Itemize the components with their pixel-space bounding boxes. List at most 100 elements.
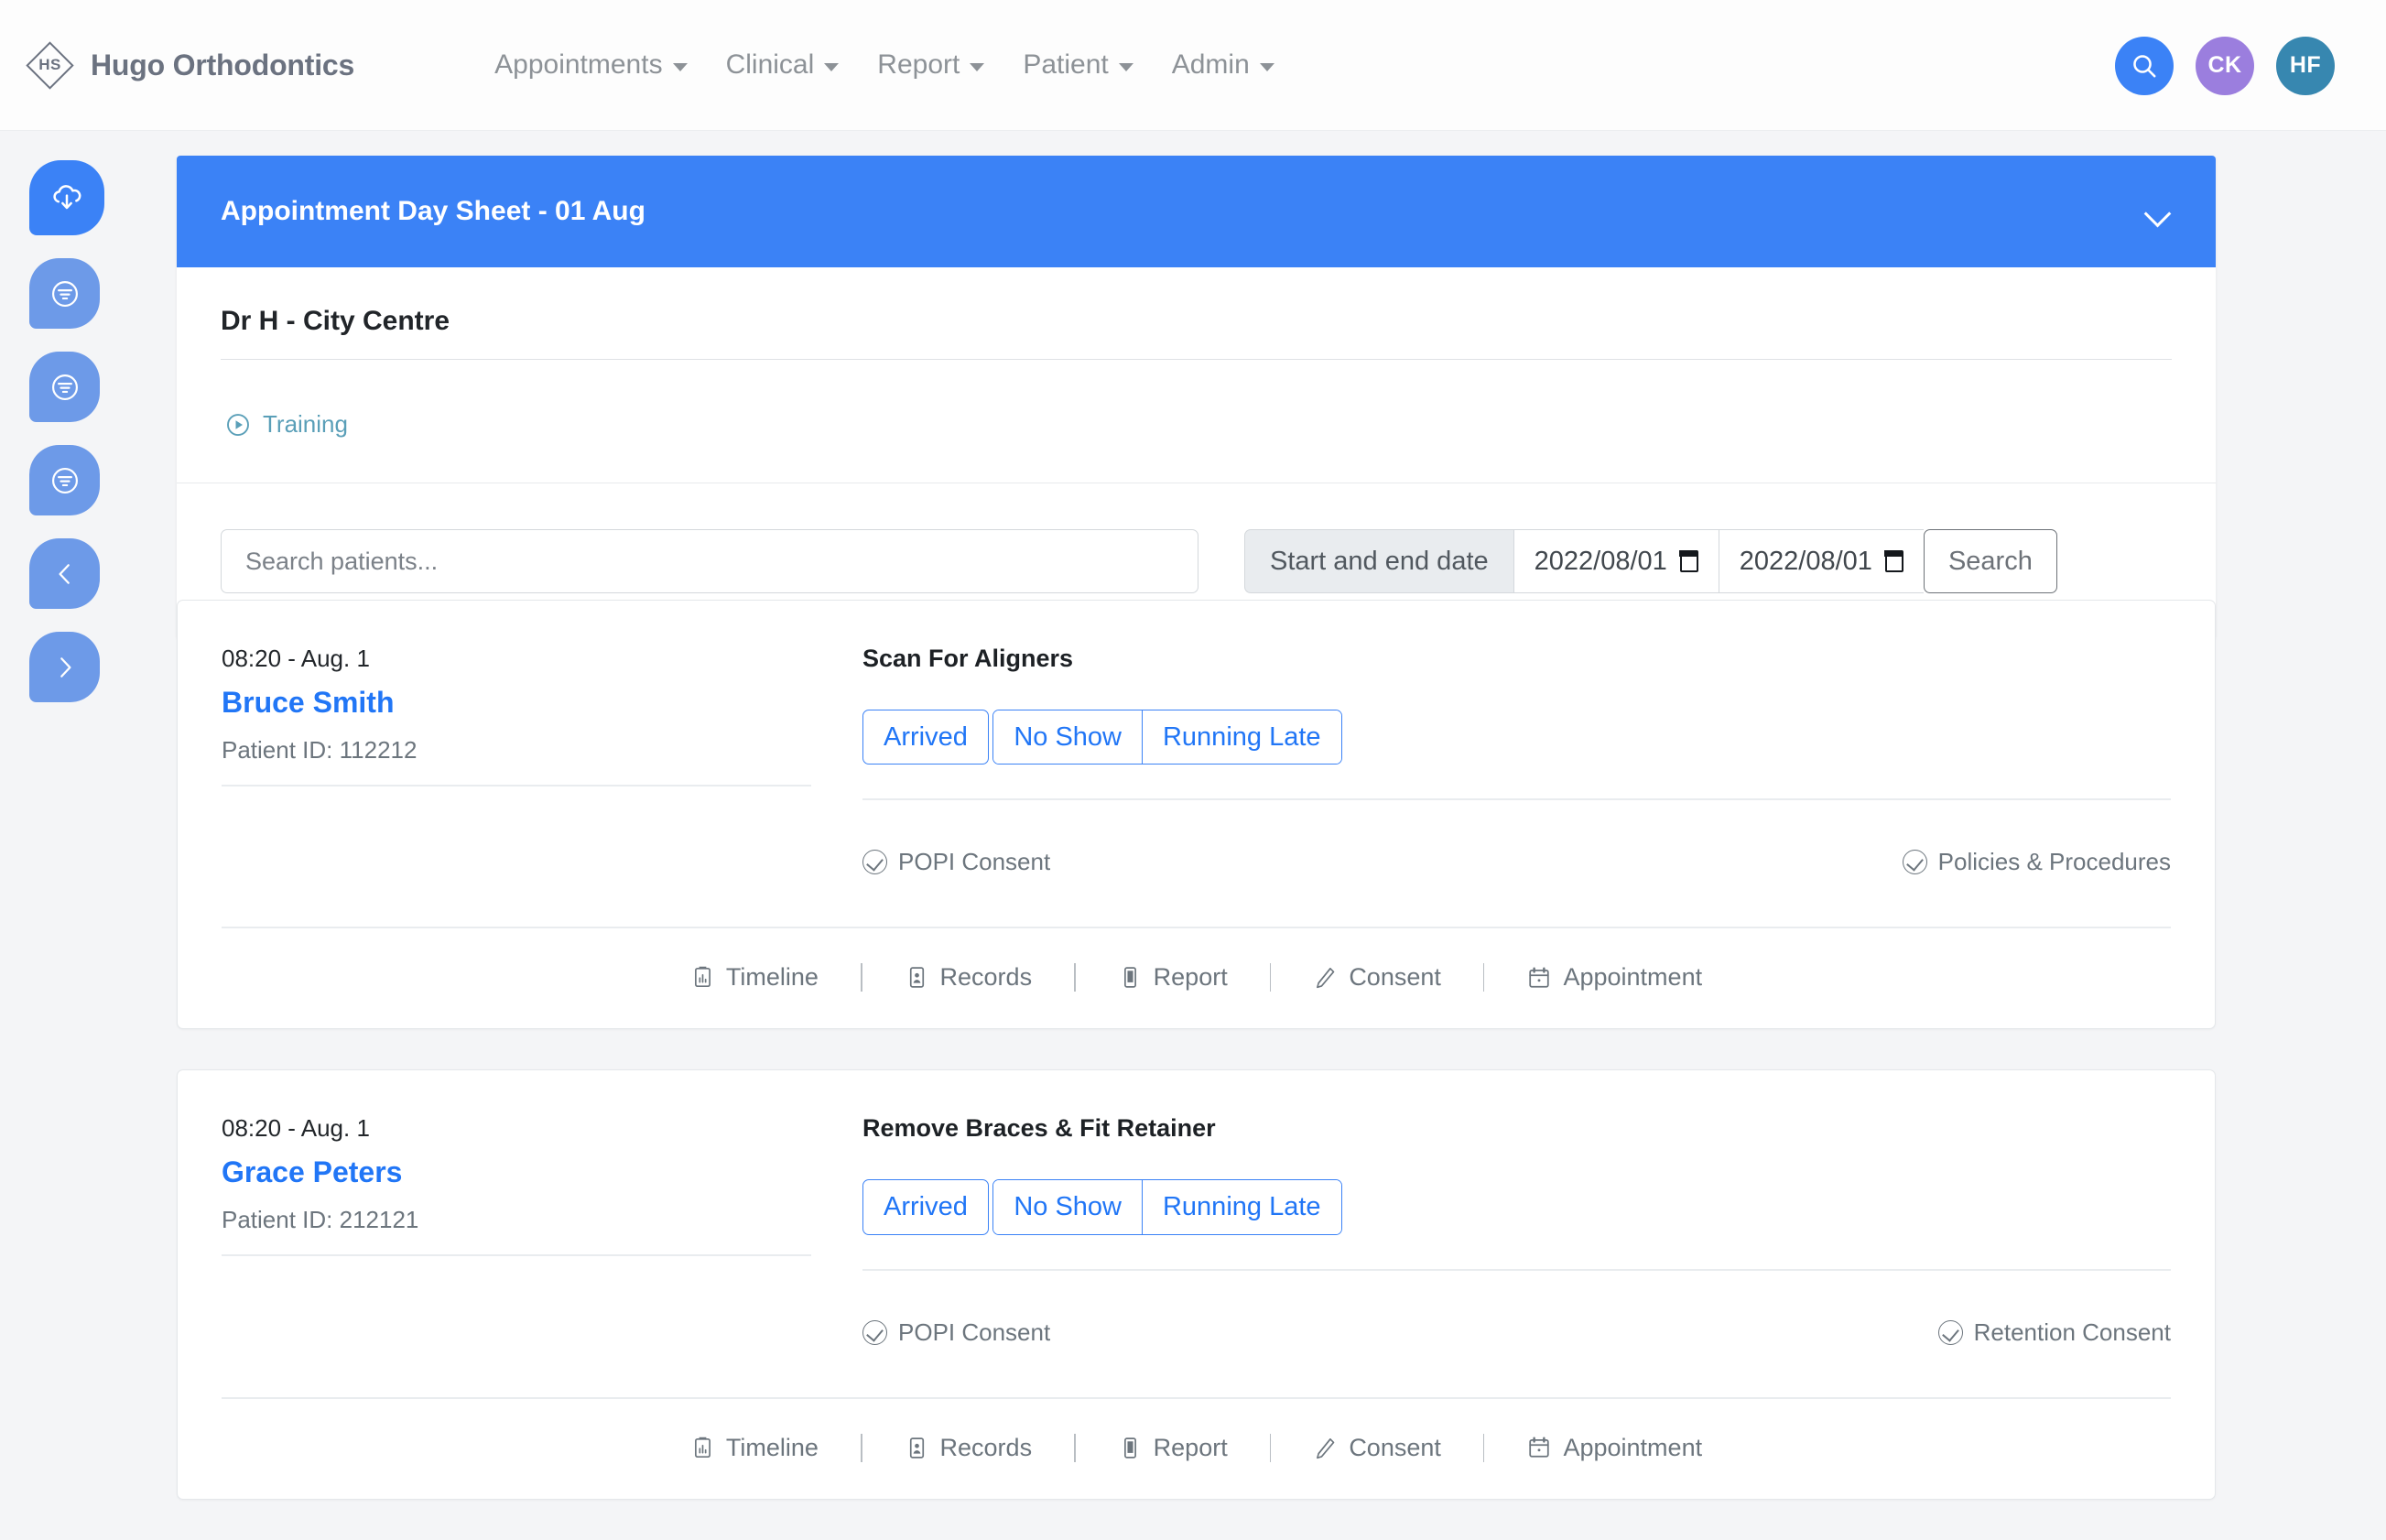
status-button-group: No Show Running Late [992,1179,1342,1235]
main-menu: Appointments Clinical Report Patient Adm… [475,40,1294,90]
logo-initials: HS [38,56,61,73]
arrived-button[interactable]: Arrived [862,710,989,765]
search-button[interactable] [2115,36,2174,95]
arrived-button[interactable]: Arrived [862,1179,989,1235]
appointment-list: 08:20 - Aug. 1 Bruce Smith Patient ID: 1… [177,600,2216,1540]
left-action-rail [29,160,112,702]
calendar-icon [1679,549,1698,572]
rail-button-cloud-download[interactable] [29,160,104,235]
appointment-time: 08:20 - Aug. 1 [222,1114,370,1143]
chevron-down-icon [970,62,985,71]
check-circle-icon [862,850,887,875]
rail-button-next[interactable] [29,632,100,702]
training-link[interactable]: Training [221,360,2172,483]
avatar-hf[interactable]: HF [2276,36,2335,95]
nav-item-admin[interactable]: Admin [1153,40,1294,90]
person-document-icon [909,1437,924,1459]
nav-item-clinical[interactable]: Clinical [707,40,859,90]
action-label: Consent [1349,1433,1441,1461]
appointment-type: Scan For Aligners [862,645,1074,672]
chevron-down-icon [824,62,840,71]
brand-logo-link[interactable]: HS Hugo Orthodontics [25,40,354,91]
filter-circle-icon [51,374,78,400]
consent-popi[interactable]: POPI Consent [862,848,1050,876]
nav-item-appointments[interactable]: Appointments [475,40,706,90]
date-range-group: Start and end date 2022/08/01 2022/08/01… [1244,529,2057,593]
search-input[interactable] [221,529,1198,593]
day-sheet-header[interactable]: Appointment Day Sheet - 01 Aug [177,156,2216,267]
day-sheet-panel: Appointment Day Sheet - 01 Aug Dr H - Ci… [177,156,2216,639]
consent-retention[interactable]: Retention Consent [1937,1318,2171,1347]
check-circle-icon [1902,850,1927,875]
appointment-patient-block: 08:20 - Aug. 1 Bruce Smith Patient ID: 1… [222,645,862,786]
patient-block-divider [222,1254,811,1257]
filter-circle-icon [51,280,78,307]
end-date-input[interactable]: 2022/08/01 [1718,529,1924,593]
action-records[interactable]: Records [862,963,1075,992]
chevron-down-icon [1118,62,1133,71]
clinic-name: Dr H - City Centre [221,306,450,336]
patient-name-link[interactable]: Grace Peters [222,1155,862,1206]
rail-button-filter-2[interactable] [29,352,100,422]
clipboard-chart-icon [694,1437,710,1458]
action-report[interactable]: Report [1076,1434,1270,1462]
rail-button-previous[interactable] [29,538,100,609]
action-appointment[interactable]: Appointment [1484,963,1744,992]
consent-label: Policies & Procedures [1937,848,2171,876]
card-action-row: Timeline Records Report Consent Appointm… [222,1399,2171,1499]
action-records[interactable]: Records [862,1434,1075,1462]
appointment-status-block: Scan For Aligners Arrived No Show Runnin… [862,645,2171,876]
chevron-down-icon [672,62,688,71]
nav-item-label: Report [877,49,960,80]
status-button-group: No Show Running Late [992,710,1342,765]
chevron-left-icon [58,563,70,584]
top-navigation-bar: HS Hugo Orthodontics Appointments Clinic… [0,0,2386,131]
check-circle-icon [862,1319,887,1345]
chevron-down-icon[interactable] [2144,204,2172,219]
filter-circle-icon [51,467,78,493]
avatar-ck[interactable]: CK [2196,36,2254,95]
action-consent[interactable]: Consent [1271,1434,1483,1462]
patient-name-link[interactable]: Bruce Smith [222,686,862,736]
page-title: Appointment Day Sheet - 01 Aug [221,196,645,226]
nav-item-patient[interactable]: Patient [1003,40,1152,90]
no-show-button[interactable]: No Show [993,1180,1143,1234]
report-document-icon [1123,1437,1136,1459]
calendar-icon [1529,967,1550,988]
card-action-row: Timeline Records Report Consent Appointm… [222,928,2171,1028]
nav-item-report[interactable]: Report [858,40,1003,90]
consent-policies[interactable]: Policies & Procedures [1902,848,2171,876]
avatar-initials: HF [2289,52,2322,78]
date-range-label: Start and end date [1244,529,1513,593]
action-timeline[interactable]: Timeline [648,963,861,992]
consent-popi[interactable]: POPI Consent [862,1318,1050,1347]
calendar-icon [1529,1437,1550,1459]
nav-right-cluster: CK HF [2115,0,2335,131]
search-submit-button[interactable]: Search [1923,529,2057,593]
play-circle-icon [227,413,249,436]
action-timeline[interactable]: Timeline [648,1434,861,1462]
rail-button-filter-1[interactable] [29,258,100,329]
check-circle-icon [1937,1319,1963,1345]
rail-button-filter-3[interactable] [29,445,100,515]
clipboard-chart-icon [694,967,710,988]
consent-label: POPI Consent [898,848,1051,876]
action-consent[interactable]: Consent [1271,963,1483,992]
start-date-input[interactable]: 2022/08/01 [1513,529,1719,593]
chevron-down-icon [1259,62,1274,71]
action-report[interactable]: Report [1076,963,1270,992]
calendar-icon [1884,549,1903,572]
clinic-section: Dr H - City Centre [221,267,2172,360]
action-label: Appointment [1563,963,1703,992]
nav-item-label: Clinical [725,49,815,80]
no-show-button[interactable]: No Show [993,710,1143,765]
appointment-time: 08:20 - Aug. 1 [222,645,370,672]
cloud-download-icon [53,185,81,210]
running-late-button[interactable]: Running Late [1142,710,1341,765]
consent-label: POPI Consent [898,1318,1051,1346]
pencil-icon [1317,1437,1335,1459]
pencil-icon [1317,968,1335,989]
chevron-right-icon [60,656,71,678]
running-late-button[interactable]: Running Late [1142,1180,1341,1234]
action-appointment[interactable]: Appointment [1484,1434,1744,1462]
